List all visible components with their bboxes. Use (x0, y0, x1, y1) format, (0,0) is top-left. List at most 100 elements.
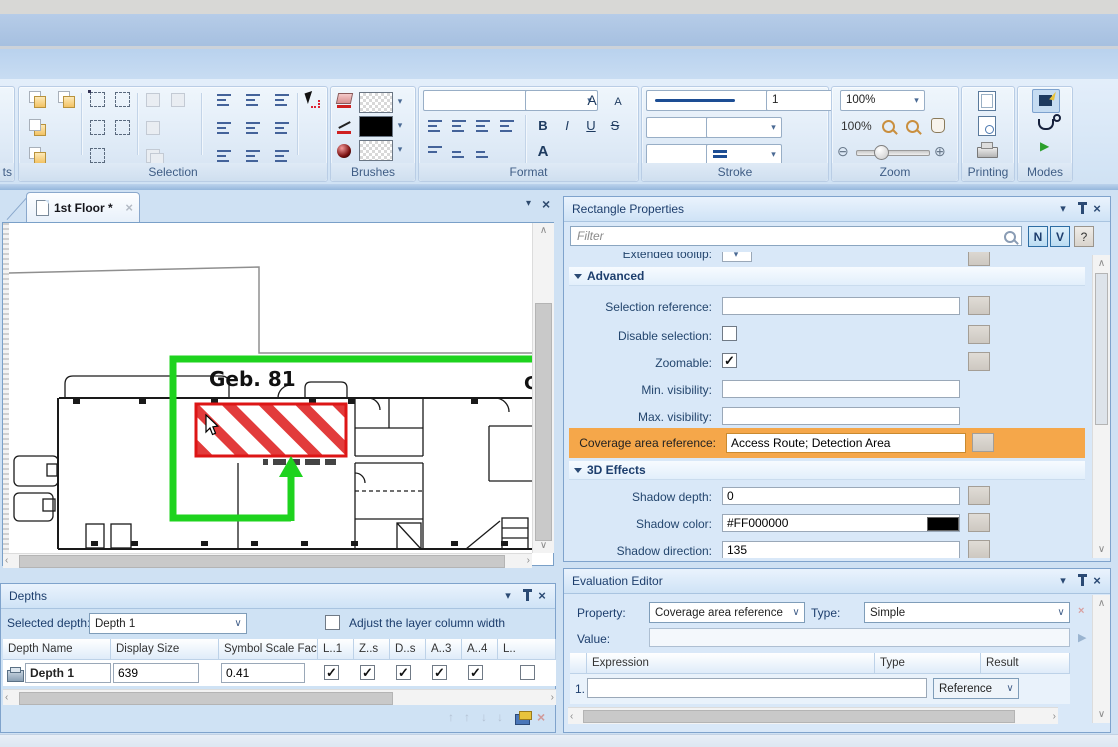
move-top-icon[interactable]: ↑ (448, 710, 454, 724)
col-result[interactable]: Result (981, 653, 1070, 674)
zoom-slider-thumb[interactable] (874, 145, 889, 160)
shadow-color-swatch[interactable] (927, 517, 959, 531)
text-align-right-icon[interactable] (474, 117, 492, 135)
add-depth-icon[interactable] (515, 714, 530, 725)
group-icon-disabled[interactable] (144, 91, 162, 109)
select-polygon-icon[interactable] (114, 119, 132, 137)
diagnose-mode-icon[interactable] (1038, 119, 1054, 130)
zoom-to-fit-icon[interactable] (882, 120, 895, 133)
pointer-select-icon[interactable] (302, 91, 320, 109)
filter-input[interactable] (570, 226, 1022, 246)
canvas-vscroll-thumb[interactable] (535, 303, 552, 541)
col-expression[interactable]: Expression (587, 653, 875, 674)
shadow-direction-more-button[interactable] (968, 540, 990, 558)
col-depth-name[interactable]: Depth Name (3, 639, 111, 660)
value-input[interactable] (649, 628, 1070, 647)
scroll-right-icon[interactable]: › (551, 691, 554, 704)
text-align-left-icon[interactable] (426, 117, 444, 135)
scroll-right-icon[interactable]: › (1053, 710, 1056, 723)
italic-button[interactable]: I (557, 116, 577, 136)
scroll-left-icon[interactable]: ‹ (5, 554, 8, 567)
gradient-sphere-icon[interactable] (336, 143, 354, 161)
tab-1st-floor[interactable]: 1st Floor * × (26, 192, 140, 223)
select-rectangle-icon[interactable] (89, 91, 107, 109)
coverage-area-more-button[interactable] (972, 433, 994, 452)
zoom-in-button[interactable]: ⊕ (934, 143, 946, 160)
vertical-align-middle-icon[interactable] (450, 143, 468, 161)
shadow-depth-input[interactable] (722, 487, 960, 505)
underline-button[interactable]: U (581, 116, 601, 136)
shadow-color-input[interactable] (722, 514, 960, 532)
type-select[interactable]: Simple∨ (864, 602, 1070, 623)
bold-button[interactable]: B (533, 116, 553, 136)
text-justify-icon[interactable] (498, 117, 516, 135)
filter-v-button[interactable]: V (1050, 226, 1070, 247)
print-icon[interactable] (977, 147, 998, 158)
move-bottom-icon[interactable]: ↓ (497, 710, 503, 724)
pin-icon[interactable] (526, 592, 529, 601)
stroke-dropdown-icon[interactable]: ▾ (395, 120, 405, 131)
col-a3[interactable]: A..3 (426, 639, 462, 660)
grow-font-button[interactable]: A (582, 90, 602, 110)
scroll-left-icon[interactable]: ‹ (5, 691, 8, 704)
expression-type-select[interactable]: Reference∨ (933, 678, 1019, 699)
close-icon[interactable]: × (1090, 574, 1104, 588)
filter-n-button[interactable]: N (1028, 226, 1048, 247)
panel-menu-icon[interactable]: ▾ (1056, 574, 1070, 588)
align-top-icon[interactable] (244, 91, 262, 109)
edit-mode-button-active[interactable] (1032, 89, 1060, 113)
page-setup-icon[interactable] (978, 91, 996, 111)
layer-checkbox-4[interactable]: ✓ (432, 665, 447, 680)
adjust-column-width-checkbox[interactable] (325, 615, 340, 630)
depths-panel-header[interactable]: Depths ▾ × (1, 584, 555, 609)
extended-tooltip-dropdown[interactable]: ▾ (722, 252, 752, 262)
move-up-icon[interactable]: ↑ (464, 710, 470, 724)
run-mode-icon[interactable]: ▶ (1040, 139, 1049, 153)
font-color-button[interactable]: A (533, 142, 553, 162)
distribute-vertical-icon[interactable] (273, 119, 291, 137)
shadow-depth-more-button[interactable] (968, 486, 990, 505)
col-display-size[interactable]: Display Size (111, 639, 219, 660)
stroke-color-swatch[interactable] (359, 116, 393, 137)
col-symbol-scale-factor[interactable]: Symbol Scale Factor (219, 639, 318, 660)
depths-horizontal-scrollbar[interactable]: ‹ › (3, 689, 556, 705)
scroll-right-icon[interactable]: › (527, 554, 530, 567)
select-all-icon[interactable] (89, 119, 107, 137)
depths-hscroll-thumb[interactable] (19, 692, 393, 705)
pen-stroke-icon[interactable] (336, 117, 354, 135)
properties-vscroll-thumb[interactable] (1095, 273, 1108, 425)
close-icon[interactable]: × (535, 589, 549, 603)
panel-menu-icon[interactable]: ▾ (501, 589, 515, 603)
filter-help-button[interactable]: ? (1074, 226, 1094, 247)
scroll-up-icon[interactable]: ∧ (1093, 257, 1110, 270)
select-lasso-icon[interactable] (114, 91, 132, 109)
search-icon[interactable] (1004, 231, 1016, 243)
pin-icon[interactable] (1081, 205, 1084, 214)
floor-plan-canvas[interactable]: Geb. 81 G ∧ ∨ ‹ › (2, 222, 554, 566)
line-style-select[interactable]: ▾ (646, 90, 782, 111)
pan-hand-icon[interactable] (931, 118, 945, 133)
selection-reference-more-button[interactable] (968, 296, 990, 315)
ungroup-icon-disabled[interactable] (144, 119, 162, 137)
max-visibility-input[interactable] (722, 407, 960, 425)
layer-checkbox-6[interactable] (520, 665, 535, 680)
layer-checkbox-1[interactable]: ✓ (324, 665, 339, 680)
print-preview-icon[interactable] (978, 116, 996, 136)
evaluation-hscroll-thumb[interactable] (583, 710, 1015, 723)
extended-tooltip-more-button[interactable] (968, 252, 990, 266)
close-icon[interactable]: × (1090, 202, 1104, 216)
depth-name-cell[interactable]: Depth 1 (25, 663, 111, 683)
scroll-left-icon[interactable]: ‹ (570, 710, 573, 723)
layer-checkbox-5[interactable]: ✓ (468, 665, 483, 680)
scroll-up-icon[interactable]: ∧ (1093, 597, 1110, 610)
col-zs[interactable]: Z..s (354, 639, 390, 660)
effect-pattern-swatch[interactable] (359, 140, 393, 161)
canvas-horizontal-scrollbar[interactable]: ‹ › (3, 553, 532, 568)
properties-vertical-scrollbar[interactable]: ∧ ∨ (1092, 255, 1110, 558)
selection-reference-input[interactable] (722, 297, 960, 315)
layer-checkbox-2[interactable]: ✓ (360, 665, 375, 680)
zoom-selection-icon[interactable] (906, 120, 919, 133)
effect-dropdown-icon[interactable]: ▾ (395, 144, 405, 155)
move-down-icon[interactable]: ↓ (481, 710, 487, 724)
apply-icon-disabled[interactable]: ▶ (1078, 631, 1086, 644)
